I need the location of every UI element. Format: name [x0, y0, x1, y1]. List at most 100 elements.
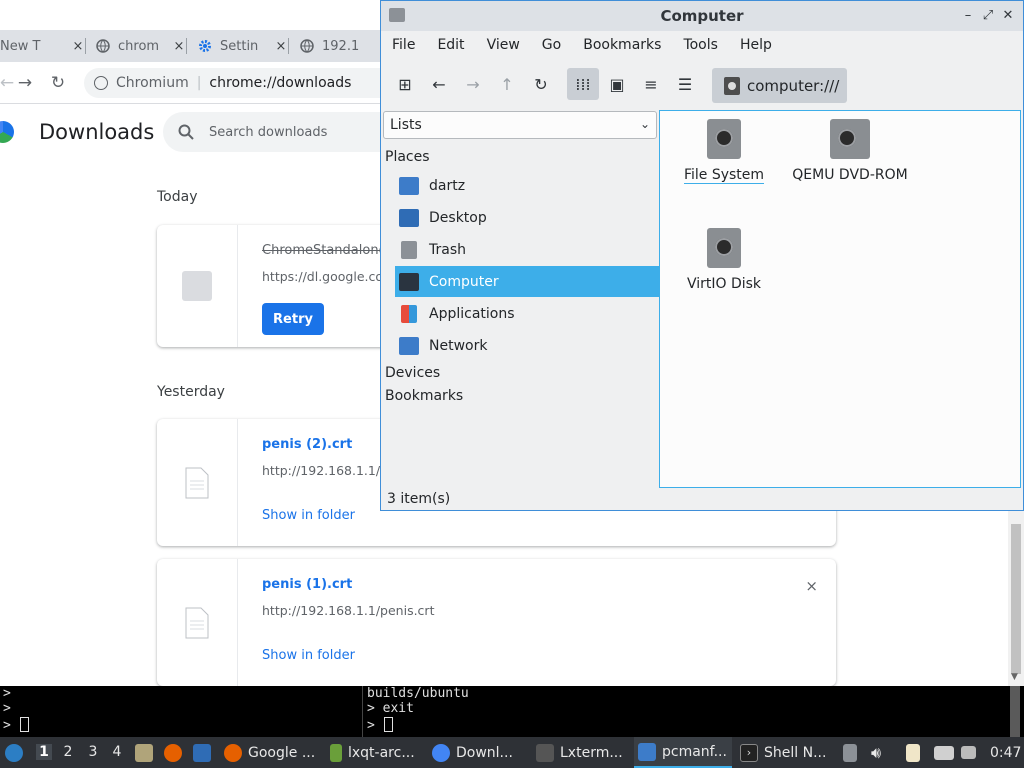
drive-icon	[724, 76, 740, 95]
thumbnail-view-icon[interactable]: ▣	[601, 68, 633, 100]
workspace-2[interactable]: 2	[60, 744, 76, 760]
task-google[interactable]: Google ...	[224, 737, 322, 768]
quicklaunch-files[interactable]	[135, 737, 155, 768]
task-downloads[interactable]: Downl...	[432, 737, 528, 768]
menu-tools[interactable]: Tools	[683, 37, 718, 53]
back-arrow-icon[interactable]: ←	[423, 68, 455, 100]
search-downloads-input[interactable]: Search downloads	[163, 112, 403, 152]
file-name[interactable]: penis (1).crt	[262, 577, 352, 592]
tray-clipboard[interactable]	[906, 737, 926, 768]
menu-go[interactable]: Go	[542, 37, 561, 53]
place-trash[interactable]: Trash	[395, 234, 659, 265]
menu-view[interactable]: View	[487, 37, 520, 53]
tab-separator	[85, 38, 86, 54]
drive-label: VirtIO Disk	[686, 276, 762, 292]
menu-bookmarks[interactable]: Bookmarks	[583, 37, 661, 53]
close-icon[interactable]: ×	[70, 39, 86, 54]
terminal-line: >	[3, 718, 19, 733]
tab-new-tab[interactable]: New T ×	[0, 30, 86, 62]
place-applications[interactable]: Applications	[395, 298, 659, 329]
show-in-folder-link[interactable]: Show in folder	[262, 508, 355, 523]
tab-chromium[interactable]: chrom ×	[95, 30, 187, 62]
lxqt-logo-icon	[5, 743, 23, 762]
tab-title: Settin	[220, 38, 259, 54]
terminal-divider[interactable]	[362, 686, 363, 737]
drive-virtio-disk[interactable]: VirtIO Disk	[654, 228, 794, 292]
address-bar[interactable]: Chromium | chrome://downloads	[84, 68, 414, 98]
place-computer[interactable]: Computer	[395, 266, 659, 297]
file-url[interactable]: http://192.168.1.1/p	[262, 463, 388, 478]
place-label: dartz	[429, 177, 466, 194]
terminal-panel[interactable]: > > > builds/ubuntu > exit >	[0, 686, 1024, 737]
terminal-line: > exit	[367, 701, 414, 716]
bookmarks-header[interactable]: Bookmarks	[385, 388, 463, 404]
task-shell[interactable]: › Shell N...	[740, 737, 836, 768]
file-url[interactable]: http://192.168.1.1/penis.crt	[262, 603, 434, 618]
desktop-icon	[193, 743, 211, 762]
tray-network[interactable]	[934, 737, 956, 768]
menu-edit[interactable]: Edit	[437, 37, 464, 53]
drive-file-system[interactable]: File System	[654, 119, 794, 184]
places-header[interactable]: Places	[385, 149, 430, 165]
maximize-icon[interactable]: ⤢	[979, 6, 997, 24]
optical-drive-icon	[830, 119, 870, 159]
icon-view-icon[interactable]: ⁞⁞⁞	[567, 68, 599, 100]
terminal-prompt: >	[3, 717, 29, 733]
title-bar[interactable]: Computer – ⤢ ✕	[381, 1, 1023, 31]
quicklaunch-firefox[interactable]	[164, 737, 184, 768]
place-desktop[interactable]: Desktop	[395, 202, 659, 233]
tray-notifications[interactable]	[961, 737, 981, 768]
reload-icon[interactable]: ↻	[45, 70, 71, 96]
up-arrow-icon[interactable]: ↑	[491, 68, 523, 100]
search-placeholder: Search downloads	[209, 124, 328, 140]
task-lxqt-archiver[interactable]: lxqt-arc...	[330, 737, 426, 768]
workspace-4[interactable]: 4	[109, 744, 125, 760]
close-icon[interactable]: ✕	[999, 6, 1017, 24]
retry-button[interactable]: Retry	[262, 303, 324, 335]
menu-file[interactable]: File	[392, 37, 415, 53]
archive-icon	[330, 743, 342, 762]
quicklaunch-desktop[interactable]	[193, 737, 213, 768]
remove-close-icon[interactable]: ×	[805, 577, 818, 595]
url-text: chrome://downloads	[209, 75, 352, 91]
tray-volume[interactable]: 🔊︎	[871, 737, 891, 768]
terminal-scrollbar[interactable]	[1010, 686, 1020, 737]
terminal-line: builds/ubuntu	[367, 686, 469, 701]
forward-arrow-icon[interactable]: →	[12, 70, 38, 96]
file-url[interactable]: https://dl.google.com	[262, 269, 395, 284]
place-dartz[interactable]: dartz	[395, 170, 659, 201]
tab-settings[interactable]: Settin ×	[197, 30, 289, 62]
devices-header[interactable]: Devices	[385, 365, 440, 381]
minimize-icon[interactable]: –	[959, 6, 977, 24]
detailed-view-icon[interactable]: ☰	[669, 68, 701, 100]
task-pcmanfm[interactable]: pcmanf...	[634, 737, 732, 768]
workspace-1[interactable]: 1	[36, 744, 52, 760]
scrollbar-thumb[interactable]	[1011, 524, 1021, 674]
place-network[interactable]: Network	[395, 330, 659, 361]
tab-router[interactable]: 192.1	[299, 30, 380, 62]
computer-icon	[399, 272, 419, 291]
task-label: Lxterm...	[560, 744, 623, 761]
compact-view-icon[interactable]: ≡	[635, 68, 667, 100]
folder-view[interactable]: File System QEMU DVD-ROM VirtIO Disk	[659, 110, 1021, 488]
forward-arrow-icon[interactable]: →	[457, 68, 489, 100]
show-in-folder-link[interactable]: Show in folder	[262, 648, 355, 663]
new-tab-icon[interactable]: ⊞	[389, 68, 421, 100]
task-label: Downl...	[456, 744, 513, 761]
close-icon[interactable]: ×	[273, 39, 289, 54]
tray-removable-media[interactable]	[843, 737, 861, 768]
clock[interactable]: 0:47	[990, 737, 1022, 768]
drive-qemu-dvd-rom[interactable]: QEMU DVD-ROM	[780, 119, 920, 183]
scroll-down-icon[interactable]: ▼	[1011, 672, 1018, 682]
file-name[interactable]: penis (2).crt	[262, 437, 352, 452]
file-name[interactable]: ChromeStandaloneS	[262, 243, 395, 258]
start-menu-icon[interactable]	[5, 737, 27, 768]
side-pane-mode-select[interactable]: Lists ⌄	[383, 111, 657, 139]
close-icon[interactable]: ×	[171, 39, 187, 54]
menu-help[interactable]: Help	[740, 37, 772, 53]
task-lxterminal[interactable]: Lxterm...	[536, 737, 630, 768]
reload-icon[interactable]: ↻	[525, 68, 557, 100]
path-bar[interactable]: computer:///	[712, 68, 847, 103]
workspace-3[interactable]: 3	[85, 744, 101, 760]
side-pane-mode-value: Lists	[390, 117, 422, 133]
